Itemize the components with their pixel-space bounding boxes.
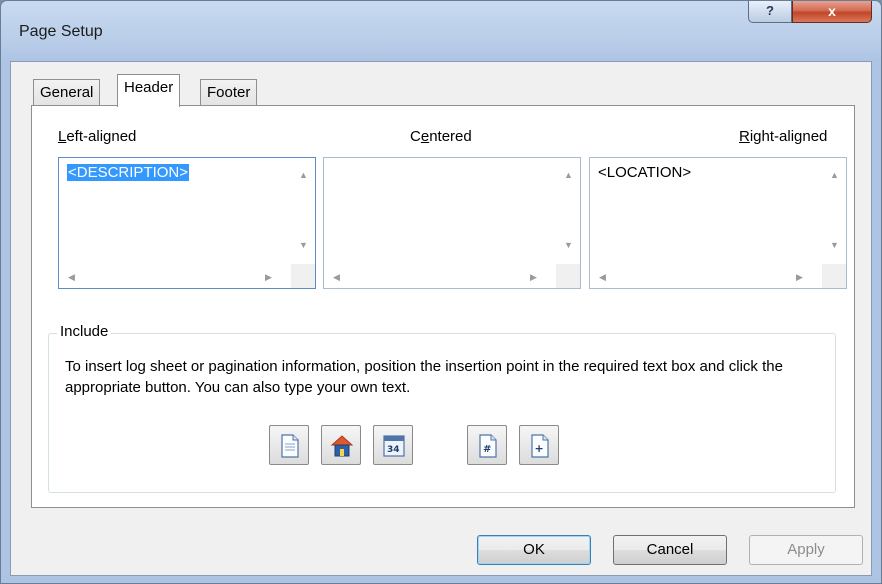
title-bar[interactable]: Page Setup ? x <box>1 1 881 61</box>
ok-button[interactable]: OK <box>477 535 591 565</box>
scrollbar-corner <box>822 264 846 288</box>
centered-textbox[interactable]: ▲ ▼ ◀ ▶ <box>323 157 581 289</box>
scroll-right-icon[interactable]: ▶ <box>265 272 272 282</box>
apply-button[interactable]: Apply <box>749 535 863 565</box>
left-aligned-label: Left-aligned <box>58 128 137 145</box>
svg-text:#: # <box>483 444 491 455</box>
insert-total-pages-button[interactable]: + <box>519 425 559 465</box>
left-aligned-text: <DESCRIPTION> <box>67 164 190 181</box>
vertical-scrollbar[interactable]: ▲ ▼ <box>556 158 580 264</box>
help-button[interactable]: ? <box>748 1 792 23</box>
left-aligned-textbox[interactable]: <DESCRIPTION> ▲ ▼ ◀ ▶ <box>58 157 316 289</box>
include-description: To insert log sheet or pagination inform… <box>65 358 783 396</box>
vertical-scrollbar[interactable]: ▲ ▼ <box>822 158 846 264</box>
page-number-icon: # <box>479 434 497 458</box>
help-icon: ? <box>766 3 774 18</box>
insert-description-button[interactable] <box>269 425 309 465</box>
svg-text:34: 34 <box>387 445 400 455</box>
scrollbar-corner <box>556 264 580 288</box>
scroll-left-icon[interactable]: ◀ <box>68 272 75 282</box>
date-calendar-icon: 34 <box>383 435 405 457</box>
scrollbar-corner <box>291 264 315 288</box>
scroll-down-icon[interactable]: ▼ <box>564 240 573 250</box>
right-aligned-text: <LOCATION> <box>598 164 692 181</box>
horizontal-scrollbar[interactable]: ◀ ▶ <box>324 264 556 288</box>
scroll-left-icon[interactable]: ◀ <box>333 272 340 282</box>
close-icon: x <box>828 3 836 19</box>
horizontal-scrollbar[interactable]: ◀ ▶ <box>590 264 822 288</box>
svg-text:+: + <box>535 442 544 455</box>
cancel-button[interactable]: Cancel <box>613 535 727 565</box>
scroll-up-icon[interactable]: ▲ <box>830 170 839 180</box>
scroll-up-icon[interactable]: ▲ <box>299 170 308 180</box>
scroll-down-icon[interactable]: ▼ <box>299 240 308 250</box>
page-description-icon <box>281 434 299 458</box>
location-house-icon <box>331 435 353 457</box>
dialog-client-area: General Header Footer Left-aligned Cente… <box>10 61 872 576</box>
insert-date-button[interactable]: 34 <box>373 425 413 465</box>
vertical-scrollbar[interactable]: ▲ ▼ <box>291 158 315 264</box>
scroll-down-icon[interactable]: ▼ <box>830 240 839 250</box>
insert-page-number-button[interactable]: # <box>467 425 507 465</box>
tab-general[interactable]: General <box>33 79 101 106</box>
tab-header[interactable]: Header <box>117 74 181 107</box>
header-tab-panel: Left-aligned Centered Right-aligned <DES… <box>31 105 855 508</box>
scroll-left-icon[interactable]: ◀ <box>599 272 606 282</box>
tab-strip: General Header Footer <box>11 62 871 107</box>
scroll-right-icon[interactable]: ▶ <box>530 272 537 282</box>
right-aligned-label: Right-aligned <box>739 128 828 145</box>
close-button[interactable]: x <box>792 1 872 23</box>
total-pages-icon: + <box>531 434 549 458</box>
scroll-up-icon[interactable]: ▲ <box>564 170 573 180</box>
include-groupbox: Include To insert log sheet or paginatio… <box>48 323 836 493</box>
insert-location-button[interactable] <box>321 425 361 465</box>
tab-footer[interactable]: Footer <box>200 79 258 106</box>
window-title: Page Setup <box>19 23 103 40</box>
include-legend: Include <box>57 323 112 340</box>
horizontal-scrollbar[interactable]: ◀ ▶ <box>59 264 291 288</box>
centered-label: Centered <box>410 128 472 145</box>
right-aligned-textbox[interactable]: <LOCATION> ▲ ▼ ◀ ▶ <box>589 157 847 289</box>
selected-text: <DESCRIPTION> <box>67 164 190 181</box>
page-setup-dialog: Page Setup ? x General Header Footer Lef… <box>0 0 882 584</box>
scroll-right-icon[interactable]: ▶ <box>796 272 803 282</box>
